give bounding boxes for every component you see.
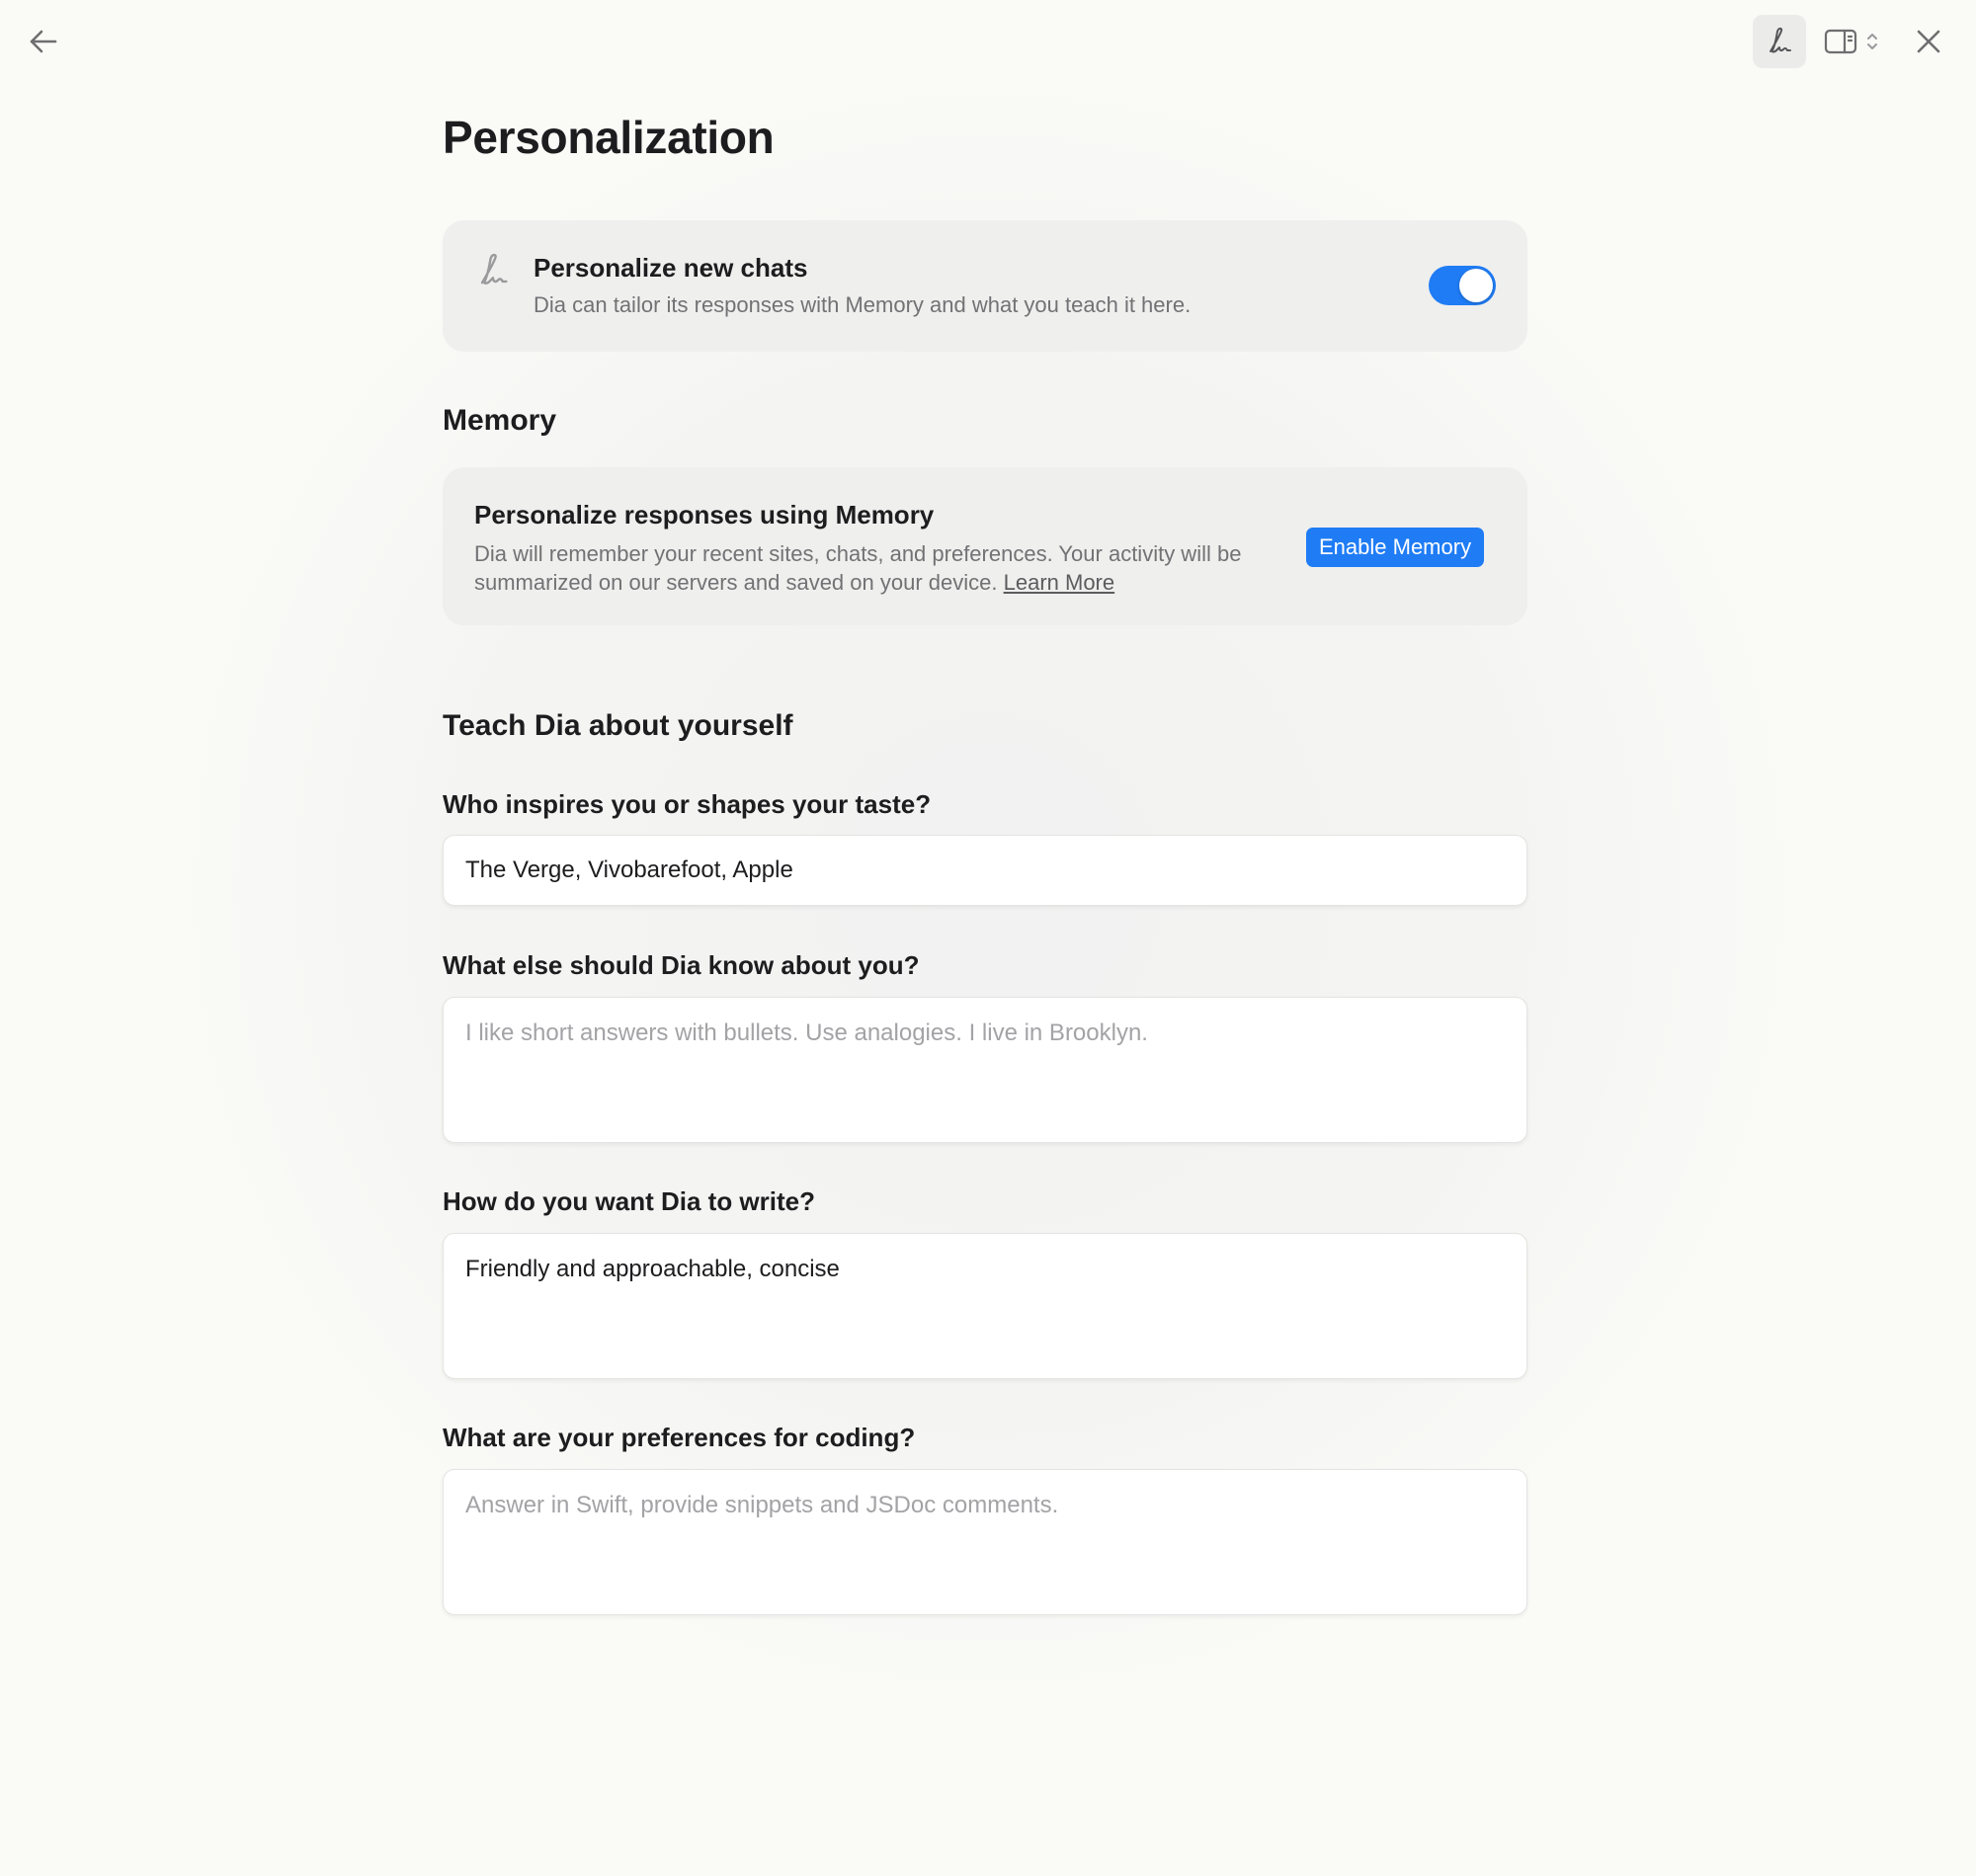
- personalize-chats-description: Dia can tailor its responses with Memory…: [534, 292, 1192, 317]
- signature-pen-icon: [476, 252, 510, 289]
- about-you-label: What else should Dia know about you?: [443, 950, 920, 980]
- close-icon: [1917, 30, 1940, 53]
- toggle-knob: [1459, 269, 1493, 302]
- memory-card: Personalize responses using Memory Dia w…: [443, 467, 1527, 625]
- writing-style-label: How do you want Dia to write?: [443, 1186, 815, 1216]
- about-you-textarea[interactable]: [443, 997, 1527, 1143]
- personalize-chats-toggle[interactable]: [1429, 266, 1496, 305]
- memory-heading: Memory: [443, 404, 557, 437]
- page-title: Personalization: [443, 112, 775, 163]
- arrow-left-icon: [30, 30, 57, 53]
- personalize-chats-card: Personalize new chats Dia can tailor its…: [443, 220, 1527, 352]
- memory-description-text: Dia will remember your recent sites, cha…: [474, 541, 1242, 595]
- signature-pen-icon: [1770, 27, 1791, 53]
- memory-title: Personalize responses using Memory: [474, 500, 935, 530]
- back-button[interactable]: [18, 18, 69, 65]
- learn-more-link[interactable]: Learn More: [1004, 570, 1115, 595]
- coding-preferences-textarea[interactable]: [443, 1469, 1527, 1615]
- writing-style-textarea[interactable]: Friendly and approachable, concise: [443, 1233, 1527, 1379]
- sidebar-panel-icon: [1824, 29, 1857, 54]
- personalize-chats-title: Personalize new chats: [534, 253, 808, 283]
- teach-heading: Teach Dia about yourself: [443, 709, 793, 742]
- enable-memory-button[interactable]: Enable Memory: [1306, 528, 1485, 567]
- memory-description: Dia will remember your recent sites, cha…: [474, 539, 1284, 597]
- coding-preferences-label: What are your preferences for coding?: [443, 1423, 916, 1452]
- personalization-toolbar-button[interactable]: [1753, 15, 1806, 68]
- sidebar-panel-button[interactable]: [1820, 20, 1883, 63]
- chevron-up-down-icon: [1867, 34, 1877, 49]
- inspiration-input[interactable]: [443, 835, 1527, 906]
- inspiration-label: Who inspires you or shapes your taste?: [443, 789, 932, 819]
- close-button[interactable]: [1905, 18, 1952, 65]
